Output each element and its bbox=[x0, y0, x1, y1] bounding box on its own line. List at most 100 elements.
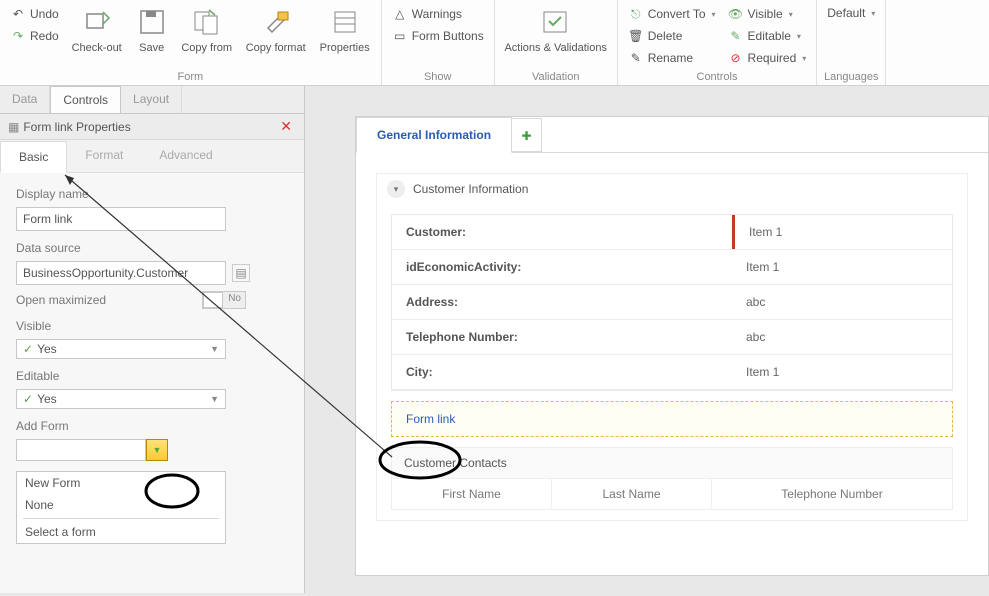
ribbon-group-label: Form bbox=[6, 71, 375, 85]
prop-tab-format[interactable]: Format bbox=[67, 140, 141, 172]
field-label: idEconomicActivity: bbox=[392, 250, 732, 284]
visible-combo[interactable]: ✓Yes▼ bbox=[16, 339, 226, 359]
displayname-label: Display name bbox=[16, 187, 288, 201]
fields-block: Customer: Item 1 idEconomicActivity: Ite… bbox=[391, 214, 953, 391]
form-surface: General Information ✚ ▾ Customer Informa… bbox=[355, 116, 989, 576]
convertto-button[interactable]: ⎋Convert To▾ bbox=[624, 4, 720, 24]
section-customer-info: ▾ Customer Information Customer: Item 1 … bbox=[376, 173, 968, 521]
actions-validations-button[interactable]: Actions & Validations bbox=[501, 2, 611, 54]
datasource-input[interactable] bbox=[16, 261, 226, 285]
undo-icon: ↶ bbox=[10, 6, 26, 22]
tab-general-information[interactable]: General Information bbox=[356, 117, 512, 153]
delete-button[interactable]: 🗑Delete bbox=[624, 26, 720, 46]
undo-button[interactable]: ↶Undo bbox=[6, 4, 63, 24]
redo-button[interactable]: ↷Redo bbox=[6, 26, 63, 46]
field-row-economic[interactable]: idEconomicActivity: Item 1 bbox=[392, 250, 952, 285]
contacts-table: Customer Contacts First Name Last Name T… bbox=[391, 447, 953, 510]
checkout-icon bbox=[81, 6, 113, 38]
editable-combo[interactable]: ✓Yes▼ bbox=[16, 389, 226, 409]
section-header[interactable]: ▾ Customer Information bbox=[377, 174, 967, 204]
field-label: Telephone Number: bbox=[392, 320, 732, 354]
datasource-label: Data source bbox=[16, 241, 288, 255]
addform-menu: New Form None Select a form bbox=[16, 471, 226, 544]
panel-tabs: Data Controls Layout bbox=[0, 86, 304, 114]
menu-new-form[interactable]: New Form bbox=[17, 472, 225, 494]
datasource-picker-button[interactable]: ▤ bbox=[232, 264, 250, 282]
field-row-customer[interactable]: Customer: Item 1 bbox=[392, 215, 952, 250]
copyformat-button[interactable]: Copy format bbox=[241, 2, 311, 54]
save-button[interactable]: Save bbox=[131, 2, 173, 54]
plus-icon: ✚ bbox=[522, 129, 532, 143]
check-icon: ✓ bbox=[23, 342, 33, 356]
ribbon-group-validation: Actions & Validations Validation bbox=[495, 0, 618, 85]
ribbon-group-languages: Default▾ Languages bbox=[817, 0, 886, 85]
prop-body: Display name Data source ▤ Open maximize… bbox=[0, 173, 304, 554]
close-button[interactable]: ✕ bbox=[276, 118, 296, 135]
form-tabs: General Information ✚ bbox=[356, 117, 988, 153]
chevron-down-icon: ▾ bbox=[789, 10, 793, 19]
addform-input[interactable] bbox=[16, 439, 146, 461]
form-canvas: General Information ✚ ▾ Customer Informa… bbox=[305, 86, 989, 593]
ribbon-group-show: △Warnings ▭Form Buttons Show bbox=[382, 0, 495, 85]
column-lastname[interactable]: Last Name bbox=[552, 479, 712, 509]
chevron-down-icon: ▾ bbox=[871, 9, 875, 18]
field-row-address[interactable]: Address: abc bbox=[392, 285, 952, 320]
formlink-icon: ▦ bbox=[8, 120, 19, 134]
convert-icon: ⎋ bbox=[628, 6, 644, 22]
redo-icon: ↷ bbox=[10, 28, 26, 44]
copyfrom-button[interactable]: Copy from bbox=[177, 2, 237, 54]
chevron-down-icon: ▾ bbox=[802, 54, 806, 63]
ribbon-group-label: Validation bbox=[501, 71, 611, 85]
chevron-down-icon: ▾ bbox=[387, 180, 405, 198]
field-value: abc bbox=[732, 285, 952, 319]
tab-layout[interactable]: Layout bbox=[121, 86, 182, 113]
addform-dropdown-button[interactable]: ▼ bbox=[146, 439, 168, 461]
column-telephone[interactable]: Telephone Number bbox=[712, 479, 952, 509]
properties-icon bbox=[329, 6, 361, 38]
checkout-button[interactable]: Check-out bbox=[67, 2, 127, 54]
contacts-columns: First Name Last Name Telephone Number bbox=[392, 479, 952, 509]
copyfrom-icon bbox=[191, 6, 223, 38]
field-row-city[interactable]: City: Item 1 bbox=[392, 355, 952, 390]
chevron-down-icon: ▼ bbox=[210, 344, 219, 354]
warnings-button[interactable]: △Warnings bbox=[388, 4, 488, 24]
rename-icon: ✎ bbox=[628, 50, 644, 66]
formbuttons-icon: ▭ bbox=[392, 28, 408, 44]
tab-controls[interactable]: Controls bbox=[50, 86, 121, 113]
ribbon-group-form: ↶Undo ↷Redo Check-out Save Copy from Cop… bbox=[0, 0, 382, 85]
delete-icon: 🗑 bbox=[628, 28, 644, 44]
properties-button[interactable]: Properties bbox=[315, 2, 375, 54]
rename-button[interactable]: ✎Rename bbox=[624, 48, 720, 68]
displayname-input[interactable] bbox=[16, 207, 226, 231]
field-label: Address: bbox=[392, 285, 732, 319]
properties-title: Form link Properties bbox=[23, 120, 276, 134]
menu-separator bbox=[23, 518, 219, 519]
properties-header: ▦ Form link Properties ✕ bbox=[0, 114, 304, 140]
visible-button[interactable]: 👁Visible▾ bbox=[724, 4, 811, 24]
field-value: abc bbox=[732, 320, 952, 354]
ribbon-group-label: Languages bbox=[823, 71, 879, 85]
field-value: Item 1 bbox=[732, 215, 952, 249]
tab-data[interactable]: Data bbox=[0, 86, 50, 113]
language-selector[interactable]: Default▾ bbox=[823, 4, 879, 22]
ribbon-group-controls: ⎋Convert To▾ 🗑Delete ✎Rename 👁Visible▾ ✎… bbox=[618, 0, 818, 85]
copyformat-icon bbox=[260, 6, 292, 38]
check-icon: ✓ bbox=[23, 392, 33, 406]
ribbon: ↶Undo ↷Redo Check-out Save Copy from Cop… bbox=[0, 0, 989, 86]
chevron-down-icon: ▼ bbox=[210, 394, 219, 404]
chevron-down-icon: ▼ bbox=[153, 445, 162, 455]
formlink-control[interactable]: Form link bbox=[391, 401, 953, 437]
editable-button[interactable]: ✎Editable▾ bbox=[724, 26, 811, 46]
add-tab-button[interactable]: ✚ bbox=[512, 118, 542, 152]
visible-label: Visible bbox=[16, 319, 288, 333]
menu-select-form[interactable]: Select a form bbox=[17, 521, 225, 543]
openmax-toggle[interactable]: No bbox=[202, 291, 246, 309]
required-button[interactable]: ⊘Required▾ bbox=[724, 48, 811, 68]
column-firstname[interactable]: First Name bbox=[392, 479, 552, 509]
chevron-down-icon: ▾ bbox=[797, 32, 801, 41]
prop-tab-advanced[interactable]: Advanced bbox=[141, 140, 230, 172]
menu-none[interactable]: None bbox=[17, 494, 225, 516]
formbuttons-button[interactable]: ▭Form Buttons bbox=[388, 26, 488, 46]
prop-tab-basic[interactable]: Basic bbox=[0, 141, 67, 173]
field-row-telephone[interactable]: Telephone Number: abc bbox=[392, 320, 952, 355]
